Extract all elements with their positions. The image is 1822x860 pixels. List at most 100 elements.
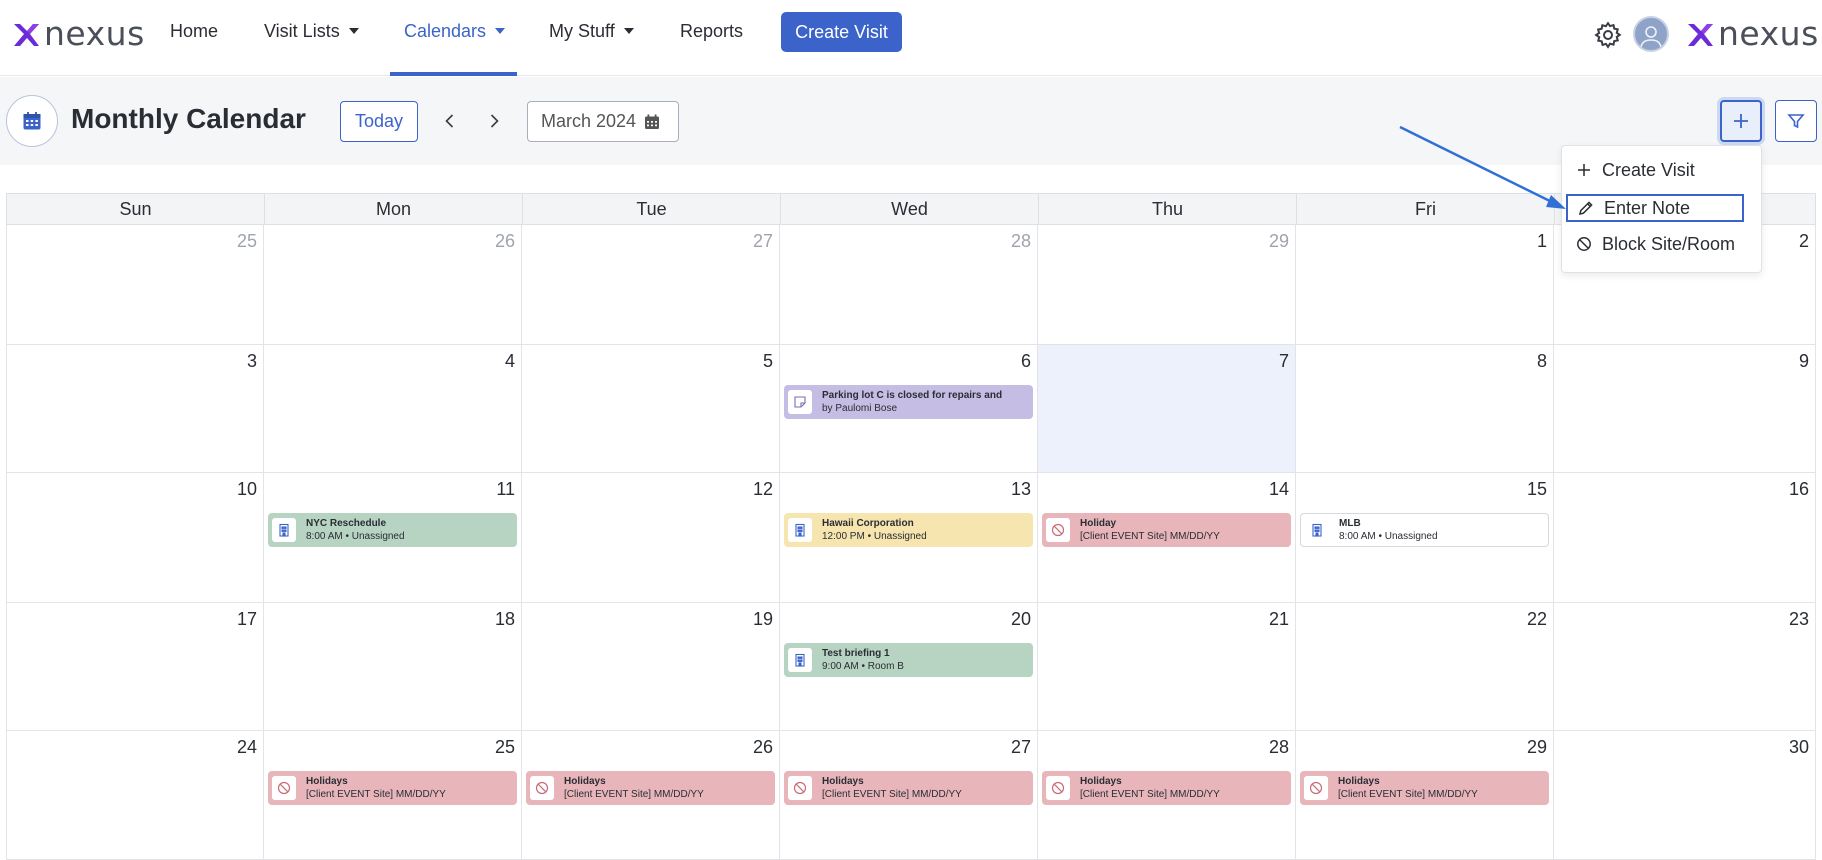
calendar-day-cell[interactable]: 13 Hawaii Corporation 12:00 PM • Unassigne… — [780, 473, 1038, 603]
calendar-day-cell[interactable]: 8 — [1296, 345, 1554, 473]
event-text: MLB 8:00 AM • Unassigned — [1339, 517, 1438, 543]
calendar-day-cell[interactable]: 9 — [1554, 345, 1816, 473]
calendar-day-cell[interactable]: 5 — [522, 345, 780, 473]
menu-item-label: Enter Note — [1604, 197, 1691, 218]
menu-enter-note[interactable]: Enter Note — [1566, 194, 1744, 222]
create-visit-button[interactable]: Create Visit — [781, 12, 902, 52]
calendar-day-cell[interactable]: 28 — [780, 225, 1038, 345]
day-number: 17 — [236, 609, 257, 629]
calendar-day-cell[interactable]: 26 — [264, 225, 522, 345]
day-number: 18 — [494, 609, 515, 629]
calendar-day-cell[interactable]: 21 — [1038, 603, 1296, 731]
day-number: 23 — [1788, 609, 1809, 629]
event-title: Holidays — [1080, 776, 1122, 787]
top-navbar: nexus Home Visit Lists Calendars My Stuf… — [0, 0, 1822, 76]
add-menu-dropdown: Create Visit Enter Note Block Site/Room — [1561, 145, 1762, 273]
event-title: Holiday — [1080, 518, 1117, 529]
calendar-day-cell[interactable]: 1 — [1296, 225, 1554, 345]
calendar-day-cell[interactable]: 19 — [522, 603, 780, 731]
day-number: 20 — [1010, 609, 1031, 629]
day-number: 9 — [1798, 351, 1809, 371]
filter-button[interactable] — [1775, 100, 1817, 142]
calendar-day-cell[interactable]: 4 — [264, 345, 522, 473]
user-avatar-icon[interactable] — [1633, 16, 1669, 52]
calendar-day-cell[interactable]: 14 Holiday [Client EVENT Site] MM/DD/YY — [1038, 473, 1296, 603]
month-picker[interactable]: March 2024 — [527, 101, 679, 142]
calendar-day-cell[interactable]: 29 — [1038, 225, 1296, 345]
gear-icon[interactable] — [1593, 20, 1623, 50]
calendar-day-cell[interactable]: 27 — [522, 225, 780, 345]
block-icon — [793, 781, 807, 795]
calendar-day-cell[interactable]: 25 Holidays [Client EVENT Site] MM/DD/YY — [264, 731, 522, 860]
calendar-event[interactable]: NYC Reschedule 8:00 AM • Unassigned — [268, 513, 517, 547]
nav-my-stuff-label: My Stuff — [549, 20, 615, 41]
building-icon — [795, 653, 805, 667]
calendar-day-cell[interactable]: 20 Test briefing 1 9:00 AM • Room B — [780, 603, 1038, 731]
calendar-day-cell[interactable]: 30 — [1554, 731, 1816, 860]
event-text: Holidays [Client EVENT Site] MM/DD/YY — [306, 775, 446, 801]
calendar-day-cell[interactable]: 24 — [6, 731, 264, 860]
block-icon — [535, 781, 549, 795]
calendar-event[interactable]: Holidays [Client EVENT Site] MM/DD/YY — [1042, 771, 1291, 805]
calendar-day-cell[interactable]: 7 — [1038, 345, 1296, 473]
day-number: 28 — [1010, 231, 1031, 251]
chevron-left-icon[interactable] — [441, 112, 459, 130]
event-icon-box — [788, 390, 812, 414]
calendar-event[interactable]: Hawaii Corporation 12:00 PM • Unassigned — [784, 513, 1033, 547]
calendar-day-cell[interactable]: 16 — [1554, 473, 1816, 603]
calendar-event[interactable]: MLB 8:00 AM • Unassigned — [1300, 513, 1549, 547]
brand-logo[interactable]: nexus — [12, 14, 145, 53]
calendar-icon — [645, 114, 660, 129]
day-number: 29 — [1268, 231, 1289, 251]
calendar-event[interactable]: Holidays [Client EVENT Site] MM/DD/YY — [1300, 771, 1549, 805]
add-menu-button[interactable] — [1720, 100, 1762, 142]
calendar-day-cell[interactable]: 11 NYC Reschedule 8:00 AM • Unassigned — [264, 473, 522, 603]
event-text: Test briefing 1 9:00 AM • Room B — [822, 647, 904, 673]
event-detail: 8:00 AM • Unassigned — [1339, 531, 1438, 542]
event-text: Holidays [Client EVENT Site] MM/DD/YY — [1338, 775, 1478, 801]
nav-calendars-label: Calendars — [404, 20, 487, 41]
calendar-day-cell[interactable]: 12 — [522, 473, 780, 603]
nav-reports[interactable]: Reports — [680, 19, 743, 43]
event-detail: [Client EVENT Site] MM/DD/YY — [1080, 531, 1220, 542]
calendar-event[interactable]: Holiday [Client EVENT Site] MM/DD/YY — [1042, 513, 1291, 547]
chevron-right-icon[interactable] — [485, 112, 503, 130]
block-icon — [277, 781, 291, 795]
nav-home[interactable]: Home — [170, 19, 218, 43]
event-detail: [Client EVENT Site] MM/DD/YY — [564, 789, 704, 800]
calendar-event[interactable]: Holidays [Client EVENT Site] MM/DD/YY — [526, 771, 775, 805]
calendar-day-cell[interactable]: 6 Parking lot C is closed for repairs and… — [780, 345, 1038, 473]
calendar-day-cell[interactable]: 17 — [6, 603, 264, 731]
calendar-day-cell[interactable]: 26 Holidays [Client EVENT Site] MM/DD/YY — [522, 731, 780, 860]
day-number: 16 — [1788, 479, 1809, 499]
calendar-day-cell[interactable]: 29 Holidays [Client EVENT Site] MM/DD/YY — [1296, 731, 1554, 860]
nav-visit-lists[interactable]: Visit Lists — [264, 19, 359, 43]
calendar-day-cell[interactable]: 3 — [6, 345, 264, 473]
today-button[interactable]: Today — [340, 101, 418, 142]
calendar-day-cell[interactable]: 28 Holidays [Client EVENT Site] MM/DD/YY — [1038, 731, 1296, 860]
calendar-day-cell[interactable]: 18 — [264, 603, 522, 731]
calendar-event[interactable]: Parking lot C is closed for repairs and b… — [784, 385, 1033, 419]
calendar-day-cell[interactable]: 27 Holidays [Client EVENT Site] MM/DD/YY — [780, 731, 1038, 860]
calendar-event[interactable]: Holidays [Client EVENT Site] MM/DD/YY — [268, 771, 517, 805]
calendar-day-cell[interactable]: 15 MLB 8:00 AM • Unassigned — [1296, 473, 1554, 603]
nav-calendars[interactable]: Calendars — [404, 19, 506, 43]
calendar-day-cell[interactable]: 23 — [1554, 603, 1816, 731]
nav-my-stuff[interactable]: My Stuff — [549, 19, 634, 43]
day-number: 26 — [494, 231, 515, 251]
calendar-event[interactable]: Holidays [Client EVENT Site] MM/DD/YY — [784, 771, 1033, 805]
day-number: 24 — [236, 737, 257, 757]
menu-create-visit[interactable]: Create Visit — [1566, 156, 1744, 184]
menu-block-site-room[interactable]: Block Site/Room — [1566, 230, 1744, 258]
calendar-day-cell[interactable]: 25 — [6, 225, 264, 345]
event-title: Parking lot C is closed for repairs and — [822, 390, 1003, 401]
event-title: Test briefing 1 — [822, 648, 890, 659]
calendar-day-cell[interactable]: 10 — [6, 473, 264, 603]
caret-down-icon — [623, 28, 634, 34]
event-text: Holidays [Client EVENT Site] MM/DD/YY — [1080, 775, 1220, 801]
block-icon — [1051, 523, 1065, 537]
day-number: 25 — [494, 737, 515, 757]
caret-down-icon — [495, 28, 506, 34]
calendar-event[interactable]: Test briefing 1 9:00 AM • Room B — [784, 643, 1033, 677]
calendar-day-cell[interactable]: 22 — [1296, 603, 1554, 731]
